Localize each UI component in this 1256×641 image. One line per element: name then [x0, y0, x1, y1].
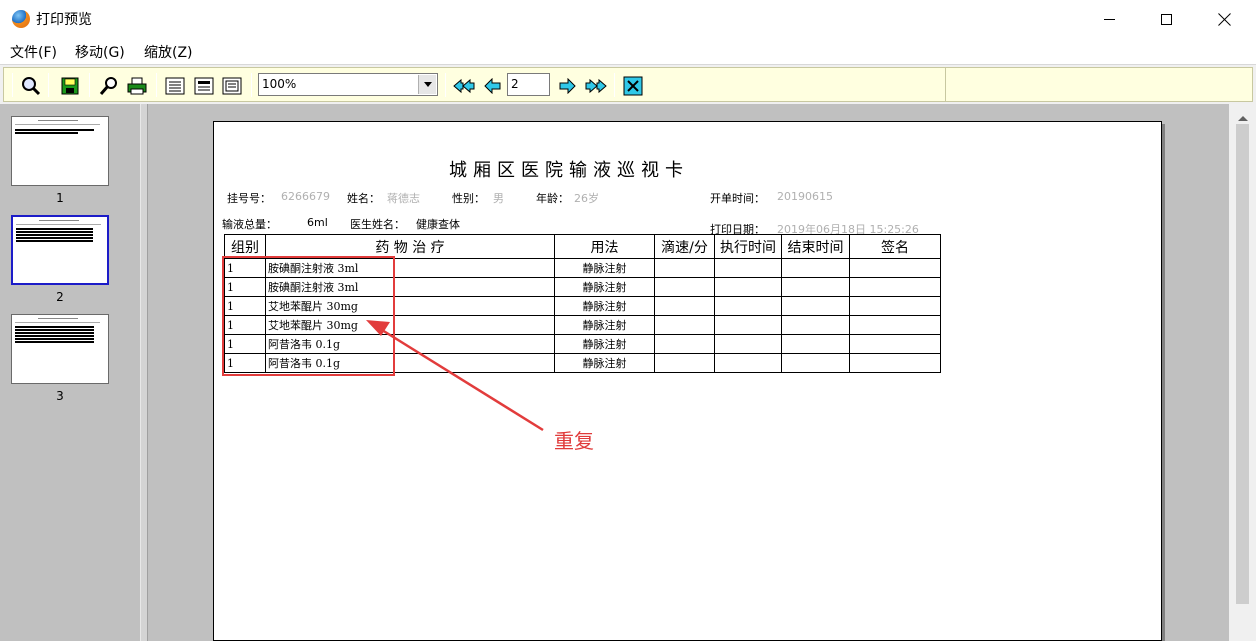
annotation-arrow	[366, 320, 544, 432]
annotation-label: 重复	[554, 429, 594, 453]
print-preview-window: 打印预览 文件(F) 移动(G) 缩放(Z) 100% 2 1 2 3 城厢区医…	[0, 0, 1256, 641]
